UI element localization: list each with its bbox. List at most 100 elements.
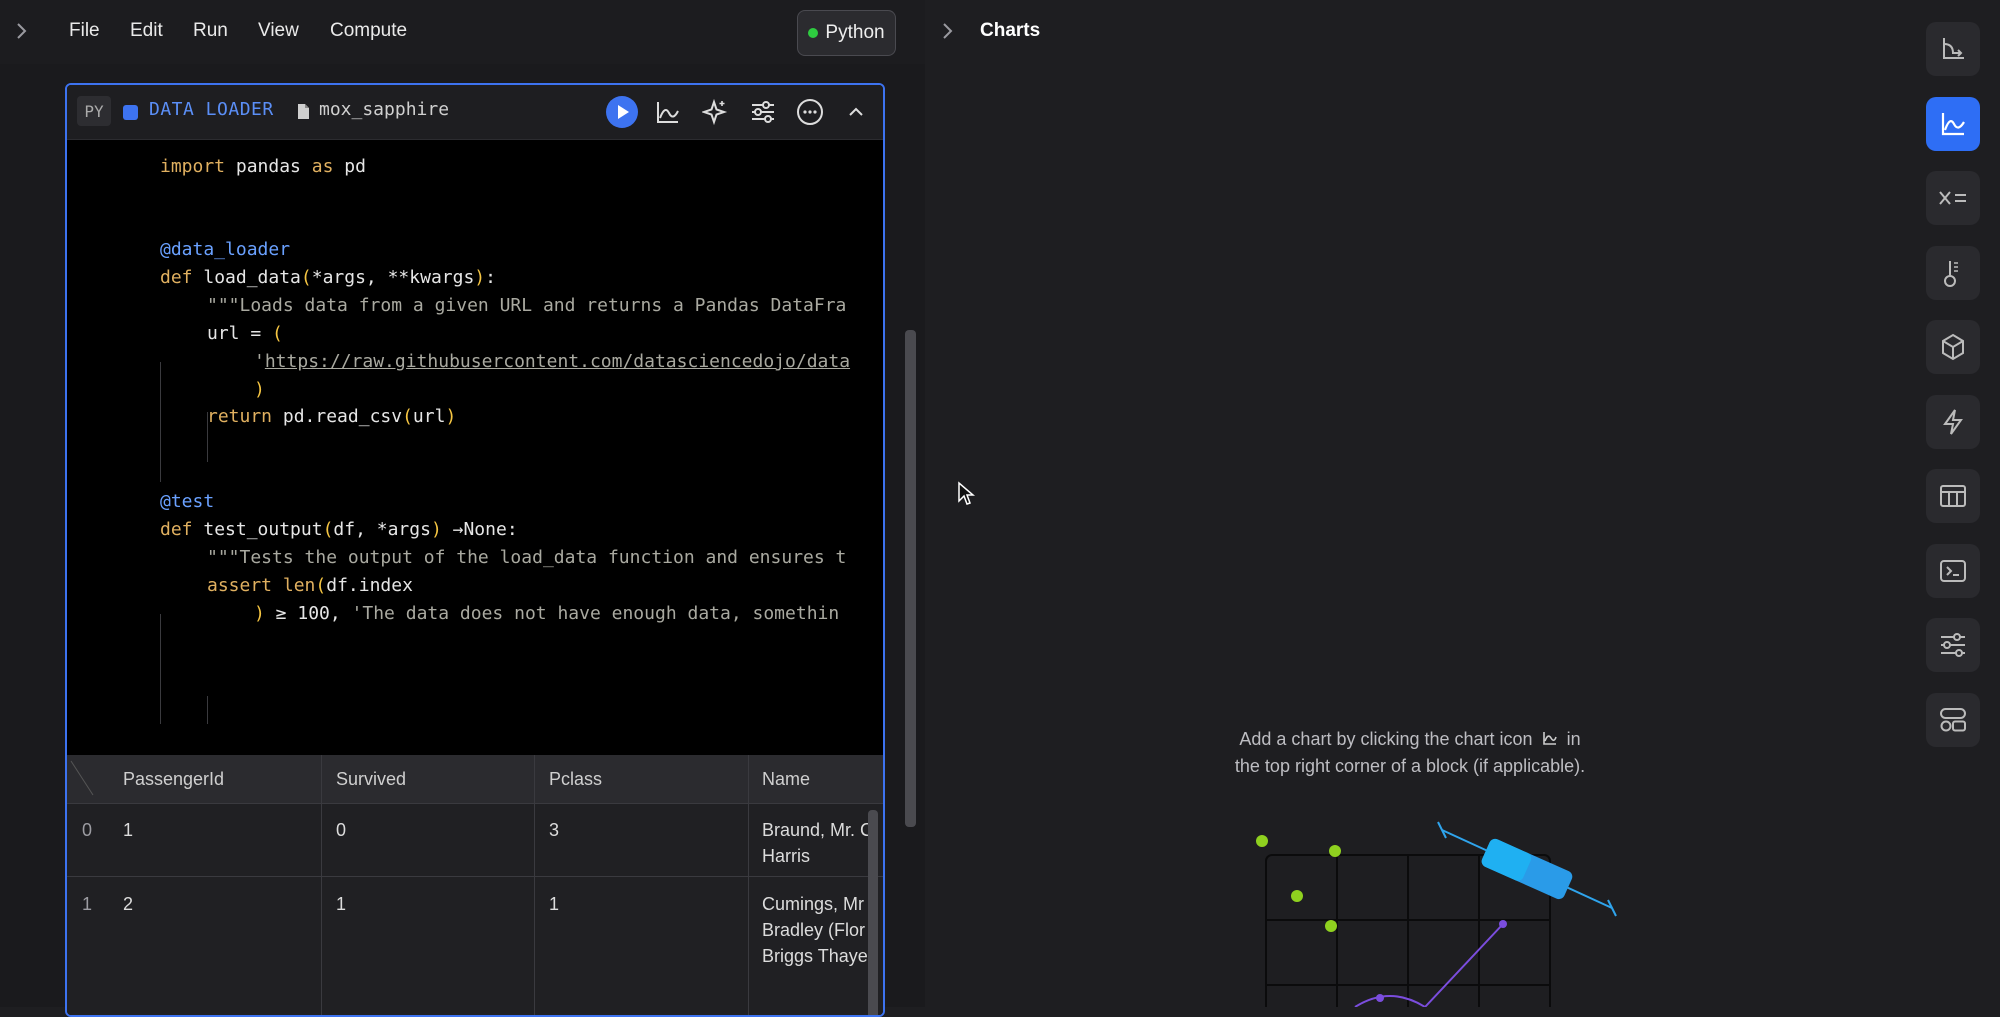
column-header-name[interactable]: Name	[762, 769, 810, 790]
sidebar-button-settings[interactable]	[1926, 618, 1980, 672]
code-line: ) ≥ 100, 'The data does not have enough …	[254, 603, 840, 624]
chevron-up-icon	[849, 107, 863, 116]
collapse-block-button[interactable]	[840, 96, 872, 128]
code-block[interactable]: PY DATA LOADER mox_sapphire import panda…	[65, 83, 885, 1017]
cube-icon	[1942, 333, 1964, 361]
sidebar-button-charts[interactable]	[1926, 97, 1980, 151]
more-options-button[interactable]	[794, 96, 826, 128]
charts-empty-state: Add a chart by clicking the chart icon i…	[1225, 726, 1595, 780]
select-all-corner-icon[interactable]	[67, 755, 97, 803]
menu-file[interactable]: File	[69, 20, 100, 42]
table-cell: 1	[549, 894, 560, 914]
apps-icon	[1940, 708, 1966, 732]
column-header-survived[interactable]: Survived	[336, 769, 406, 790]
table-cell-name: Briggs Thaye	[762, 946, 868, 966]
code-line: @test	[160, 491, 215, 512]
table-cell-name: Cumings, Mr	[762, 894, 865, 914]
sidebar-button-terminal[interactable]	[1926, 544, 1980, 598]
table-cell: 1	[123, 820, 134, 840]
code-line: def test_output(df, *args) →None:	[160, 519, 518, 540]
variables-icon	[1939, 191, 1966, 205]
chart-icon	[1941, 113, 1965, 136]
ai-assist-button[interactable]	[699, 96, 731, 128]
sidebar-button-data[interactable]	[1926, 469, 1980, 523]
mouse-cursor-icon	[958, 481, 975, 505]
block-settings-button[interactable]	[747, 96, 779, 128]
run-block-button[interactable]	[606, 96, 638, 128]
sparkle-icon	[702, 99, 728, 125]
table-icon	[1940, 485, 1966, 507]
code-line: assert len(df.index	[207, 575, 413, 596]
code-line: """Loads data from a given URL and retur…	[207, 295, 847, 316]
column-divider	[534, 755, 535, 1015]
chart-icon	[1542, 732, 1557, 745]
kernel-status-dot	[808, 28, 819, 38]
code-editor[interactable]: import pandas as pd @data_loader def loa…	[67, 140, 883, 840]
row-divider	[67, 803, 883, 804]
empty-state-text: Add a chart by clicking the chart icon	[1239, 729, 1533, 749]
code-line: """Tests the output of the load_data fun…	[207, 547, 847, 568]
code-line: url = (	[207, 323, 283, 344]
code-line: )	[254, 379, 265, 400]
editor-scrollbar[interactable]	[905, 330, 916, 827]
table-header: PassengerId Survived Pclass Name	[67, 755, 883, 803]
kernel-selector[interactable]: Python	[797, 10, 896, 56]
charts-panel-title: Charts	[980, 20, 1041, 41]
table-cell: 2	[123, 894, 134, 914]
block-name[interactable]: mox_sapphire	[319, 99, 449, 120]
block-type-label: DATA LOADER	[149, 99, 274, 120]
code-line: def load_data(*args, **kwargs):	[160, 267, 496, 288]
sidebar-button-packages[interactable]	[1926, 320, 1980, 374]
thermometer-icon	[1944, 261, 1958, 287]
menu-run[interactable]: Run	[193, 20, 228, 42]
row-index: 1	[82, 894, 93, 914]
column-header-pclass[interactable]: Pclass	[549, 769, 602, 790]
output-table[interactable]: PassengerId Survived Pclass Name 0 1 0 3…	[67, 755, 883, 1015]
branch-icon	[1943, 38, 1964, 59]
sidebar-button-triggers[interactable]	[1926, 395, 1980, 449]
sidebar-button-environment[interactable]	[1926, 246, 1980, 300]
column-divider	[321, 755, 322, 1015]
menu-compute[interactable]: Compute	[330, 20, 407, 42]
add-chart-button[interactable]	[652, 96, 684, 128]
chart-icon	[657, 102, 679, 123]
empty-state-text: in	[1566, 729, 1581, 749]
indent-guide	[160, 362, 161, 482]
code-line: 'https://raw.githubusercontent.com/datas…	[254, 351, 851, 372]
collapse-panel-chevron-icon[interactable]	[938, 18, 956, 44]
sidebar-button-tree[interactable]	[1926, 22, 1980, 76]
code-line: return pd.read_csv(url)	[207, 406, 457, 427]
row-index: 0	[82, 820, 93, 840]
table-cell: 0	[336, 820, 347, 840]
sidebar-button-variables[interactable]	[1926, 171, 1980, 225]
column-header-passengerid[interactable]: PassengerId	[123, 769, 224, 790]
settings-sliders-icon	[1941, 633, 1965, 657]
menu-edit[interactable]: Edit	[130, 20, 163, 42]
block-color-square	[123, 105, 138, 120]
terminal-icon	[1940, 560, 1966, 582]
more-icon	[797, 99, 823, 125]
table-cell-name: Harris	[762, 846, 810, 866]
indent-guide	[160, 614, 161, 724]
top-menu-bar: File Edit Run View Compute Python	[0, 0, 925, 64]
play-icon	[606, 96, 638, 128]
table-cell-name: Braund, Mr. C	[762, 820, 872, 840]
table-cell-name: Bradley (Flor	[762, 920, 866, 940]
table-cell: 1	[336, 894, 347, 914]
table-cell: 3	[549, 820, 560, 840]
empty-state-text: the top right corner of a block (if appl…	[1234, 756, 1586, 776]
indent-guide	[207, 696, 208, 724]
code-line: @data_loader	[160, 239, 291, 260]
column-divider	[748, 755, 749, 1015]
block-header: PY DATA LOADER mox_sapphire	[67, 85, 883, 140]
code-line: import pandas as pd	[160, 156, 366, 177]
sidebar-button-addons[interactable]	[1926, 693, 1980, 747]
menu-view[interactable]: View	[258, 20, 299, 42]
expand-left-chevron-icon[interactable]	[12, 18, 30, 44]
charts-illustration	[1256, 821, 1617, 1007]
row-divider	[67, 876, 883, 877]
language-badge: PY	[77, 96, 111, 126]
lightning-icon	[1943, 409, 1963, 435]
table-scrollbar[interactable]	[868, 810, 878, 1015]
file-icon	[298, 104, 309, 119]
